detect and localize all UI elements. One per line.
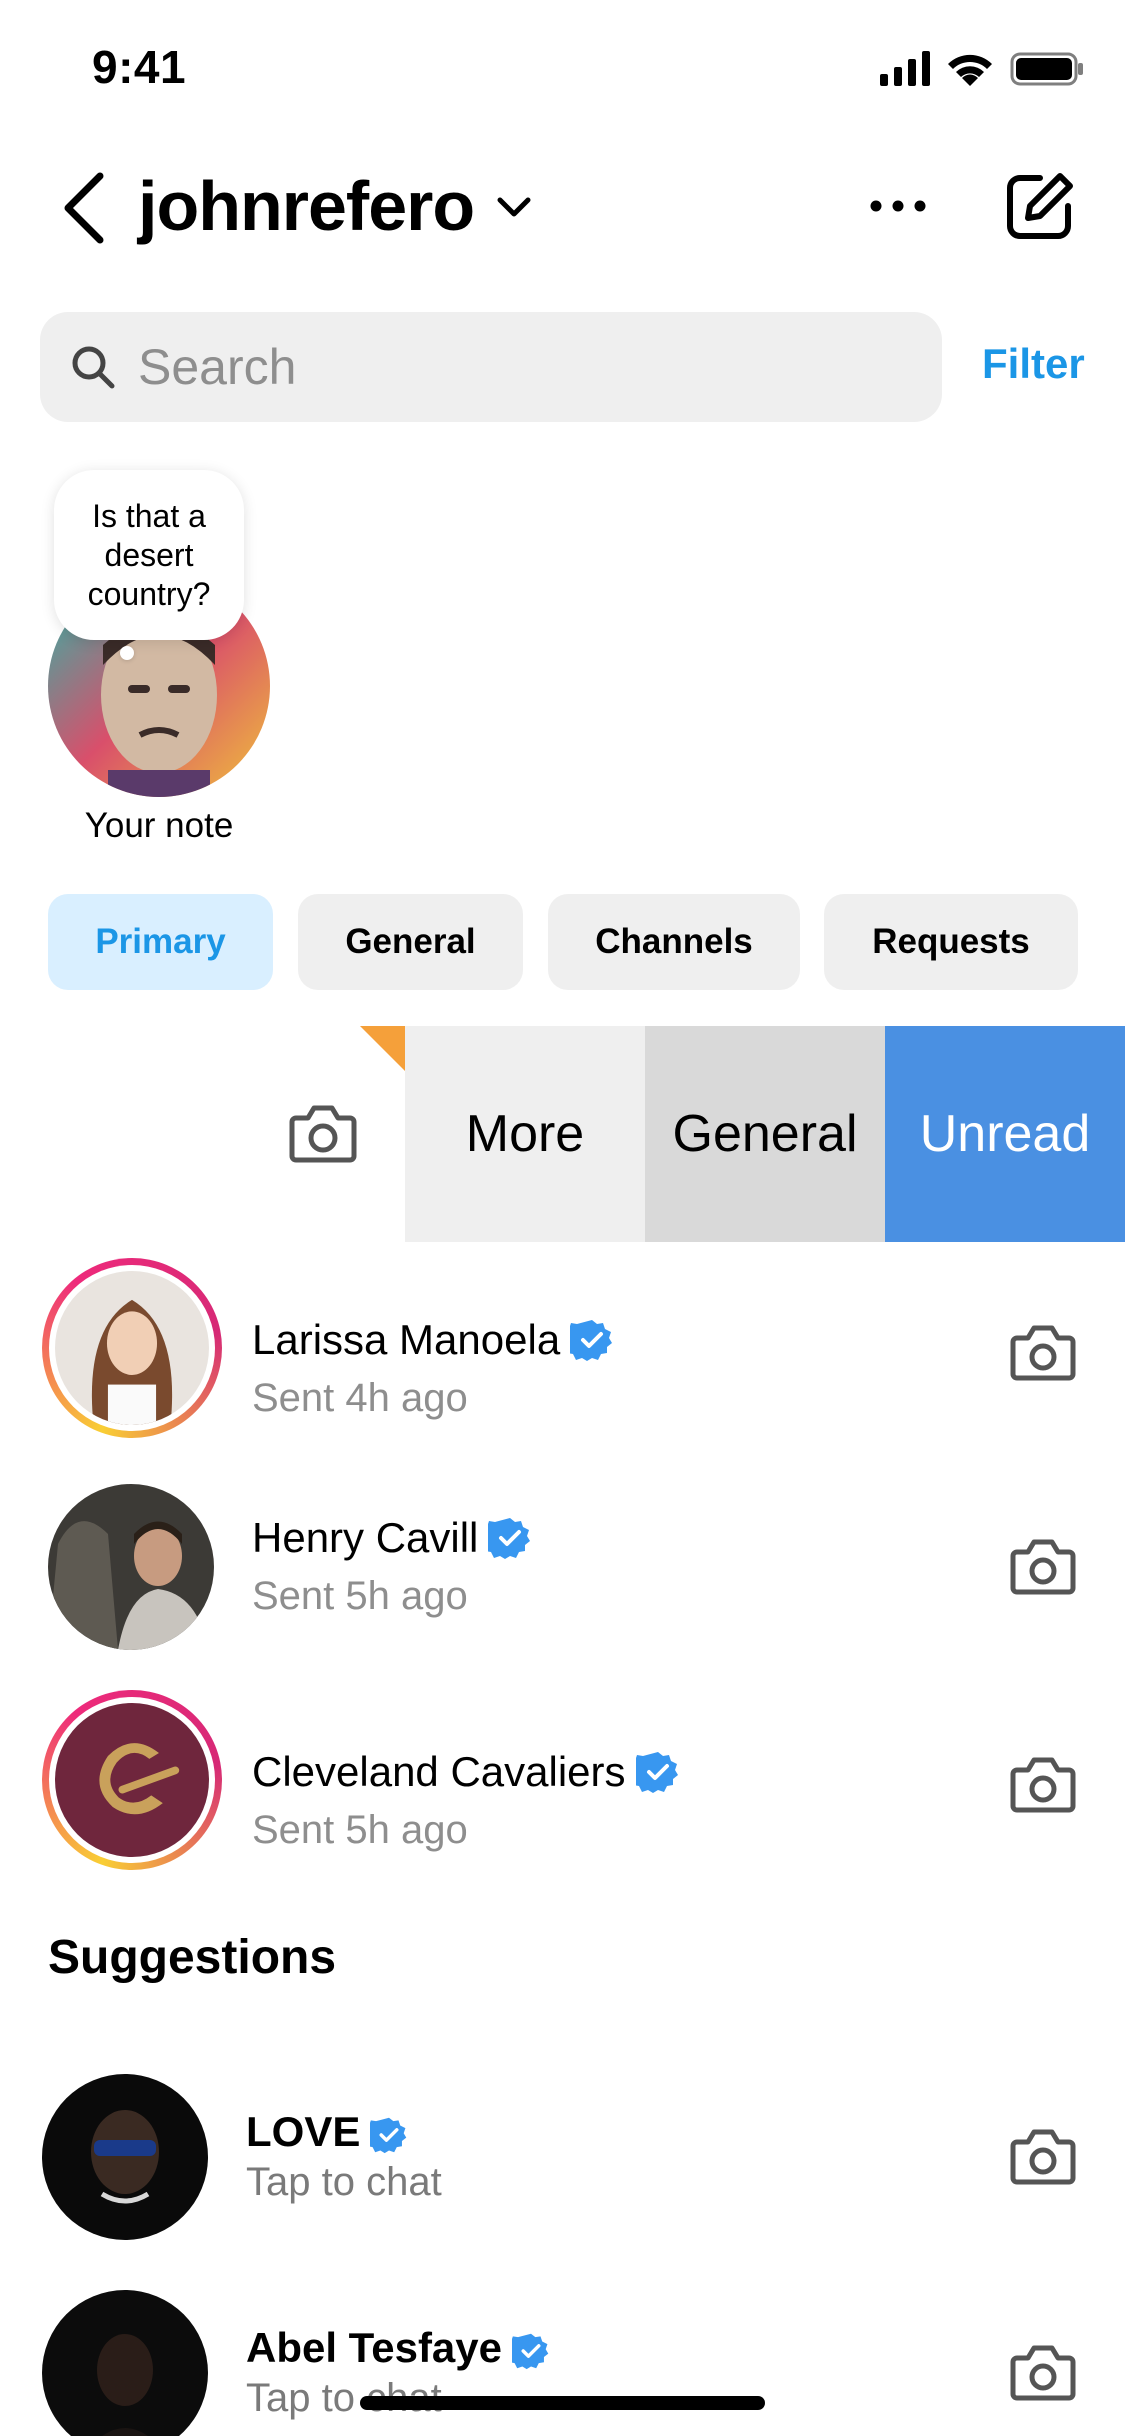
- message-status: Sent 4h ago: [252, 1376, 468, 1420]
- tab-requests[interactable]: Requests: [824, 894, 1078, 990]
- tab-primary[interactable]: Primary: [48, 894, 273, 990]
- suggestion-name: Abel Tesfaye: [246, 2324, 502, 2371]
- camera-icon[interactable]: [1010, 2126, 1076, 2186]
- avatar: [48, 1484, 214, 1650]
- message-row[interactable]: Cleveland Cavaliers Sent 5h ago: [0, 1684, 1125, 1884]
- verified-badge-icon: [370, 2117, 407, 2154]
- contact-name: Larissa Manoela: [252, 1316, 561, 1363]
- status-time: 9:41: [92, 41, 187, 93]
- contact-name: Cleveland Cavaliers: [252, 1748, 626, 1795]
- message-status: Sent 5h ago: [252, 1574, 468, 1618]
- story-ring: [42, 1690, 222, 1870]
- suggestions-title: Suggestions: [48, 1931, 337, 1984]
- more-options-icon[interactable]: [868, 196, 928, 216]
- avatar: [42, 2290, 208, 2436]
- compose-icon[interactable]: [1004, 170, 1076, 242]
- battery-icon: [1010, 52, 1083, 86]
- search-placeholder: Search: [138, 339, 297, 395]
- avatar: [42, 2074, 208, 2240]
- message-status: Sent 5h ago: [252, 1808, 468, 1852]
- suggestion-row[interactable]: Abel Tesfaye Tap to chat: [0, 2286, 1125, 2436]
- search-input[interactable]: Search: [40, 312, 942, 422]
- suggestion-subtitle: Tap to chat: [246, 2160, 442, 2204]
- swipe-unread-button[interactable]: Unread: [885, 1026, 1125, 1242]
- tab-channels[interactable]: Channels: [548, 894, 800, 990]
- account-username[interactable]: johnrefero: [138, 166, 475, 246]
- note-bubble-tail: [120, 646, 134, 660]
- note-bubble[interactable]: Is that a desert country?: [54, 470, 244, 640]
- camera-icon[interactable]: [1010, 1536, 1076, 1596]
- verified-badge-icon: [488, 1518, 531, 1559]
- cellular-signal-icon: [880, 51, 930, 86]
- camera-icon[interactable]: [288, 1100, 358, 1164]
- swipe-more-button[interactable]: More: [405, 1026, 645, 1242]
- filter-button[interactable]: Filter: [982, 340, 1085, 388]
- camera-icon[interactable]: [1010, 2342, 1076, 2402]
- verified-badge-icon: [635, 1752, 678, 1793]
- camera-icon[interactable]: [1010, 1322, 1076, 1382]
- swipe-general-button[interactable]: General: [645, 1026, 885, 1242]
- story-ring: [42, 1258, 222, 1438]
- home-indicator[interactable]: [360, 2396, 765, 2410]
- chevron-down-icon[interactable]: [494, 192, 534, 220]
- avatar: [55, 1703, 209, 1857]
- verified-badge-icon: [512, 2333, 549, 2370]
- camera-icon[interactable]: [1010, 1754, 1076, 1814]
- tab-general[interactable]: General: [298, 894, 523, 990]
- unread-flag-icon: [360, 1026, 405, 1071]
- wifi-icon: [948, 54, 992, 86]
- note-label: Your note: [84, 806, 234, 845]
- suggestion-name: LOVE: [246, 2108, 361, 2155]
- status-icons: [880, 51, 1083, 86]
- back-chevron-icon[interactable]: [56, 170, 110, 246]
- contact-name: Henry Cavill: [252, 1514, 479, 1561]
- suggestion-row[interactable]: LOVE Tap to chat: [0, 2070, 1125, 2250]
- verified-badge-icon: [570, 1320, 613, 1361]
- avatar: [55, 1271, 209, 1425]
- message-row[interactable]: Henry Cavill Sent 5h ago: [0, 1468, 1125, 1668]
- search-icon: [72, 346, 115, 389]
